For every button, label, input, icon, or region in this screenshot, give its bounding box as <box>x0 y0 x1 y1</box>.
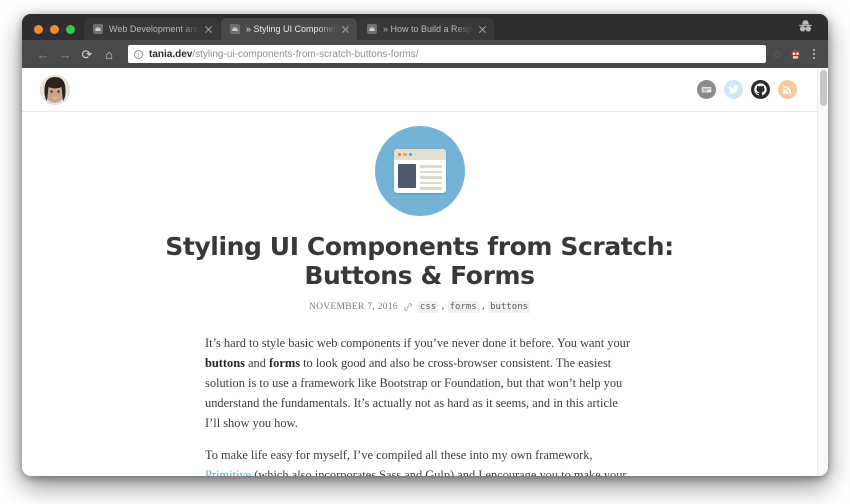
text-run: It’s hard to style basic web components … <box>205 335 630 350</box>
tab-strip: Web Development and Design » Styling UI C… <box>22 14 828 40</box>
close-icon[interactable] <box>203 24 214 35</box>
close-icon[interactable] <box>340 24 351 35</box>
browser-toolbar: ← → ⟳ ⌂ i tania.dev /styling-ui-componen… <box>22 40 828 68</box>
scrollbar-thumb[interactable] <box>820 70 827 106</box>
post-tag[interactable]: buttons <box>488 300 531 313</box>
page-scrollbar[interactable] <box>817 68 828 476</box>
post-date: NOVEMBER 7, 2016 <box>308 301 398 312</box>
text-run: (which also incorporates Sass and Gulp) … <box>254 468 627 476</box>
url-path: /styling-ui-components-from-scratch-butt… <box>192 48 419 60</box>
forward-arrow-icon[interactable]: → <box>54 43 76 65</box>
site-favicon <box>367 24 377 34</box>
tag-separator: , <box>480 301 487 312</box>
url-domain: tania.dev <box>149 48 193 60</box>
social-links <box>697 80 797 99</box>
author-avatar[interactable] <box>40 74 70 105</box>
bold-text: buttons <box>205 355 245 370</box>
tab-list: Web Development and Design » Styling UI C… <box>84 18 828 40</box>
browser-tab[interactable]: » Styling UI Components from <box>221 18 357 40</box>
page-title: Styling UI Components from Scratch: Butt… <box>165 232 674 291</box>
email-icon[interactable] <box>697 80 716 99</box>
web-page: Styling UI Components from Scratch: Butt… <box>22 68 817 476</box>
browser-window-illustration <box>374 126 465 216</box>
twitter-icon[interactable] <box>724 80 743 99</box>
back-arrow-icon[interactable]: ← <box>32 43 54 65</box>
desktop-background: Web Development and Design » Styling UI C… <box>0 0 850 504</box>
page-viewport: Styling UI Components from Scratch: Butt… <box>22 68 828 476</box>
bookmark-star-icon[interactable]: ☆ <box>772 48 782 61</box>
window-minimize-button[interactable] <box>50 25 59 34</box>
post-body: It’s hard to style basic web components … <box>22 333 817 477</box>
post-tag[interactable]: css <box>417 300 439 313</box>
bold-text: forms <box>269 355 301 370</box>
github-icon[interactable] <box>751 80 770 99</box>
paragraph: It’s hard to style basic web components … <box>205 333 632 433</box>
browser-tab[interactable]: Web Development and Design <box>84 18 220 40</box>
window-maximize-button[interactable] <box>66 25 75 34</box>
browser-tab[interactable]: » How to Build a Responsive In <box>358 18 494 40</box>
tab-title: Web Development and Design <box>109 24 200 34</box>
post-meta: NOVEMBER 7, 2016 css, forms, buttons <box>22 300 817 313</box>
post-tag[interactable]: forms <box>447 300 479 313</box>
extension-icon[interactable] <box>789 48 802 61</box>
browser-window: Web Development and Design » Styling UI C… <box>22 14 828 476</box>
post-tags: css, forms, buttons <box>417 300 531 313</box>
text-run: and <box>244 355 270 370</box>
info-icon[interactable]: i <box>134 49 143 59</box>
overflow-menu-icon[interactable] <box>808 49 820 59</box>
article: Styling UI Components from Scratch: Butt… <box>22 112 817 476</box>
site-favicon <box>230 24 240 34</box>
site-header <box>22 68 817 112</box>
window-close-button[interactable] <box>34 25 43 34</box>
rss-icon[interactable] <box>778 80 797 99</box>
site-favicon <box>93 24 103 34</box>
tag-separator: , <box>440 301 446 312</box>
incognito-icon[interactable] <box>797 18 814 34</box>
address-bar[interactable]: i tania.dev /styling-ui-components-from-… <box>128 45 767 63</box>
close-icon[interactable] <box>477 24 488 35</box>
inline-link[interactable]: Primitive <box>205 468 251 476</box>
tab-title: » How to Build a Responsive In <box>383 24 474 34</box>
paragraph: To make life easy for myself, I’ve compi… <box>205 445 632 476</box>
text-run: To make life easy for myself, I’ve compi… <box>205 447 593 462</box>
link-icon <box>404 302 412 311</box>
tab-title: » Styling UI Components from <box>246 24 337 34</box>
post-hero-image <box>22 126 817 216</box>
window-traffic-lights <box>30 25 84 40</box>
home-icon[interactable]: ⌂ <box>98 43 120 65</box>
reload-icon[interactable]: ⟳ <box>76 43 98 65</box>
